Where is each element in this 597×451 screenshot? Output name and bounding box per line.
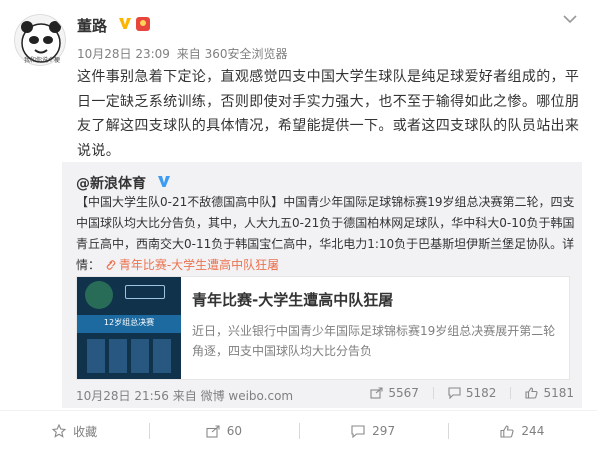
post-source: 来自 360安全浏览器 (176, 47, 288, 61)
comment-count: 297 (372, 424, 396, 438)
like-button[interactable]: 244 (447, 411, 597, 451)
member-badge-icon[interactable] (136, 17, 150, 31)
forward-count: 60 (226, 424, 243, 438)
like-count: 244 (521, 424, 545, 438)
verified-v-icon[interactable] (118, 17, 132, 30)
comment-icon (448, 387, 461, 399)
card-description: 近日，兴业银行中国青少年国际足球锦标赛19岁组总决赛展开第二轮角逐，四支中国球队… (192, 324, 556, 358)
comment-button[interactable]: 297 (298, 411, 448, 451)
repost-time[interactable]: 10月28日 21:56 (76, 389, 169, 403)
link-icon (106, 260, 116, 270)
action-bar: 收藏 60 297 244 (0, 410, 597, 451)
comment-icon (351, 424, 365, 438)
post-text: 这件事别急着下定论，直观感觉四支中国大学生球队是纯足球爱好者组成的，平日一定缺乏… (77, 69, 580, 159)
verified-v-icon[interactable] (157, 175, 171, 188)
favorite-label: 收藏 (73, 424, 98, 439)
repost-source: 来自 微博 weibo.com (172, 389, 294, 403)
repost-comment-button[interactable]: 5182 (448, 386, 497, 400)
repost-like-button[interactable]: 5181 (525, 386, 574, 400)
repost-like-count: 5181 (543, 386, 574, 400)
share-icon (206, 424, 220, 438)
avatar-caption: 我和你说个梗 (23, 57, 60, 64)
thumbs-up-icon (500, 424, 514, 438)
username[interactable]: 董路 (77, 15, 107, 36)
card-title[interactable]: 青年比赛-大学生遭高中队狂屠 (192, 289, 393, 310)
link-card[interactable]: 12岁组总决赛 青年比赛-大学生遭高中队狂屠 近日，兴业银行中国青少年国际足球锦… (76, 276, 570, 380)
reposted-weibo: @新浪体育 【中国大学生队0-21不敌德国高中队】中国青少年国际足球锦标赛19岁… (62, 162, 582, 408)
repost-actions: 5567 5182 5181 (356, 386, 574, 400)
star-icon (52, 424, 67, 438)
post-meta: 10月28日 23:09 来自 360安全浏览器 (77, 45, 291, 62)
thumbs-up-icon (525, 387, 539, 399)
card-thumbnail-text: 12岁组总决赛 (103, 318, 155, 327)
share-icon (370, 387, 383, 399)
repost-text: 【中国大学生队0-21不敌德国高中队】中国青少年国际足球锦标赛19岁组总决赛第二… (76, 192, 576, 276)
repost-comment-count: 5182 (465, 386, 497, 400)
repost-forward-button[interactable]: 5567 (370, 386, 419, 400)
forward-button[interactable]: 60 (149, 411, 298, 451)
favorite-button[interactable]: 收藏 (0, 411, 149, 451)
repost-meta: 10月28日 21:56 来自 微博 weibo.com (76, 387, 293, 404)
repost-username[interactable]: @新浪体育 (76, 173, 146, 193)
repost-link[interactable]: 青年比赛-大学生遭高中队狂屠 (119, 258, 279, 272)
chevron-down-icon[interactable] (563, 14, 577, 24)
card-thumbnail: 12岁组总决赛 (77, 277, 181, 379)
repost-forward-count: 5567 (388, 386, 419, 400)
post-time[interactable]: 10月28日 23:09 (77, 47, 170, 61)
